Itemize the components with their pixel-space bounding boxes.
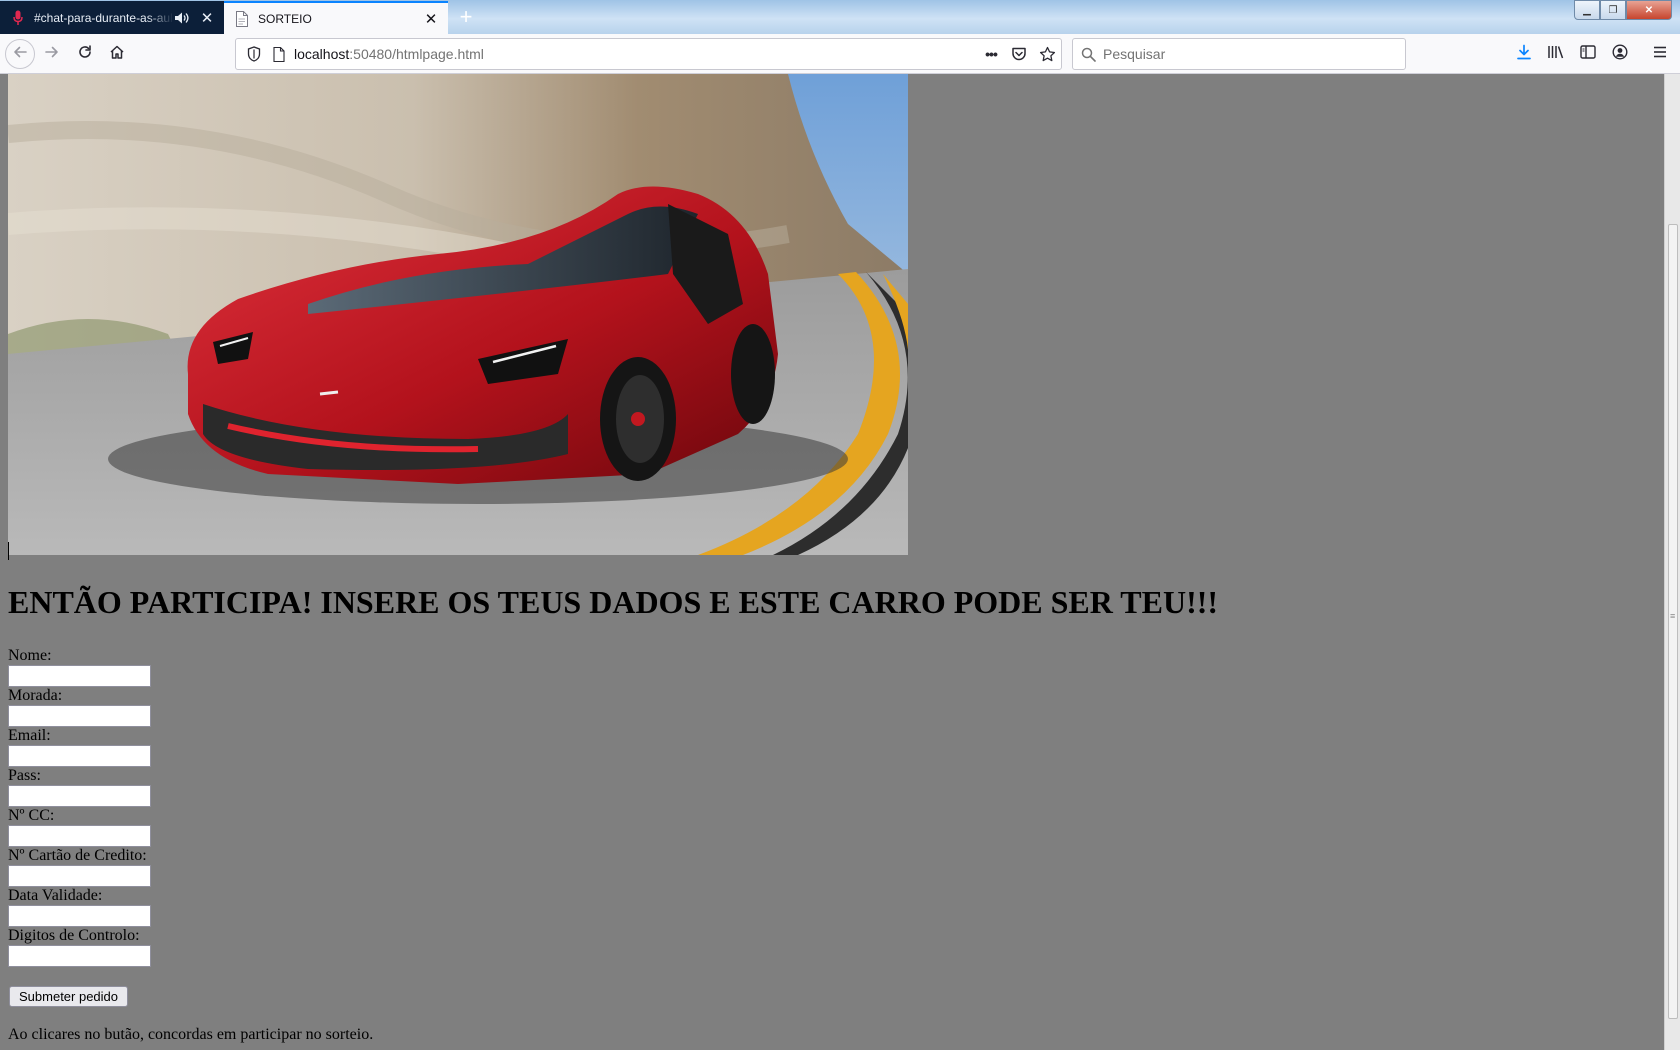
sidebar-icon bbox=[1580, 44, 1596, 64]
tab-title: #chat-para-durante-as-aula bbox=[34, 10, 174, 25]
account-icon bbox=[1612, 43, 1628, 65]
close-tab-icon[interactable]: ✕ bbox=[196, 7, 218, 29]
home-icon bbox=[109, 44, 125, 65]
field-label: Nome: bbox=[8, 647, 52, 664]
pocket-icon[interactable] bbox=[1005, 40, 1033, 68]
field-label: Pass: bbox=[8, 767, 41, 784]
field-label: Data Validade: bbox=[8, 887, 103, 904]
text-caret bbox=[8, 542, 9, 560]
field-label: Nº Cartão de Credito: bbox=[8, 847, 147, 864]
page-headline: ENTÃO PARTICIPA! INSERE OS TEUS DADOS E … bbox=[8, 584, 1219, 620]
new-tab-button[interactable]: + bbox=[452, 4, 480, 30]
search-icon bbox=[1073, 47, 1103, 62]
forward-button[interactable] bbox=[38, 40, 66, 68]
tracking-protection-shield-icon[interactable] bbox=[240, 46, 268, 62]
tab-sorteio[interactable]: SORTEIO ✕ bbox=[224, 1, 448, 34]
close-window-button[interactable]: ✕ bbox=[1626, 0, 1672, 20]
minimize-window-button[interactable]: ▁ bbox=[1574, 0, 1600, 20]
microphone-icon bbox=[10, 10, 26, 26]
raffle-form: Nome: Morada: Email: Pass: Nº CC: Nº Car… bbox=[8, 647, 1648, 1007]
form-field-morada: Morada: bbox=[8, 687, 1648, 727]
forward-arrow-icon bbox=[44, 44, 60, 65]
field-label: Email: bbox=[8, 727, 51, 744]
vertical-scrollbar[interactable]: ≡ bbox=[1664, 74, 1680, 1050]
open-menu-button[interactable] bbox=[1646, 40, 1674, 68]
control-digits-input[interactable] bbox=[8, 945, 151, 967]
library-icon bbox=[1547, 44, 1565, 65]
form-field-control-digits: Digitos de Controlo: bbox=[8, 927, 1648, 967]
restore-window-button[interactable]: ❐ bbox=[1600, 0, 1626, 20]
cc-number-input[interactable] bbox=[8, 825, 151, 847]
speaker-icon[interactable] bbox=[174, 10, 190, 26]
page-info-icon[interactable] bbox=[268, 46, 290, 62]
hamburger-menu-icon bbox=[1652, 45, 1668, 64]
url-path: :50480/htmlpage.html bbox=[349, 46, 484, 62]
reload-icon bbox=[77, 44, 93, 65]
field-label: Nº CC: bbox=[8, 807, 55, 824]
tab-chat[interactable]: #chat-para-durante-as-aula ✕ bbox=[0, 1, 224, 34]
submit-button[interactable]: Submeter pedido bbox=[9, 986, 129, 1007]
home-button[interactable] bbox=[103, 40, 131, 68]
page-content: ENTÃO PARTICIPA! INSERE OS TEUS DADOS E … bbox=[8, 74, 1648, 1044]
sidebar-button[interactable] bbox=[1574, 40, 1602, 68]
scrollbar-grip-icon: ≡ bbox=[1670, 611, 1676, 621]
back-arrow-icon bbox=[12, 44, 28, 65]
back-button[interactable] bbox=[5, 39, 35, 69]
url-text[interactable]: localhost:50480/htmlpage.html bbox=[290, 46, 977, 62]
address-bar[interactable]: localhost:50480/htmlpage.html ••• bbox=[235, 38, 1062, 70]
search-input[interactable] bbox=[1103, 46, 1405, 62]
scrollbar-thumb[interactable]: ≡ bbox=[1668, 224, 1678, 1019]
field-label: Morada: bbox=[8, 687, 63, 704]
library-button[interactable] bbox=[1542, 40, 1570, 68]
reload-button[interactable] bbox=[71, 40, 99, 68]
morada-input[interactable] bbox=[8, 705, 151, 727]
email-input[interactable] bbox=[8, 745, 151, 767]
url-host: localhost bbox=[294, 46, 350, 62]
form-field-cc: Nº CC: bbox=[8, 807, 1648, 847]
page-viewport: ENTÃO PARTICIPA! INSERE OS TEUS DADOS E … bbox=[0, 74, 1664, 1050]
navigation-toolbar: localhost:50480/htmlpage.html ••• bbox=[0, 34, 1680, 74]
form-field-email: Email: bbox=[8, 727, 1648, 767]
expiry-date-input[interactable] bbox=[8, 905, 151, 927]
downloads-button[interactable] bbox=[1510, 40, 1538, 68]
close-tab-icon[interactable]: ✕ bbox=[420, 8, 442, 30]
form-field-pass: Pass: bbox=[8, 767, 1648, 807]
nome-input[interactable] bbox=[8, 665, 151, 687]
tab-strip: #chat-para-durante-as-aula ✕ SORTEIO ✕ +… bbox=[0, 0, 1680, 34]
form-field-credit-card: Nº Cartão de Credito: bbox=[8, 847, 1648, 887]
disclaimer-text: Ao clicares no butão, concordas em parti… bbox=[8, 1026, 374, 1043]
tab-title: SORTEIO bbox=[258, 11, 312, 26]
page-actions-button[interactable]: ••• bbox=[977, 40, 1005, 68]
hero-car-image bbox=[8, 74, 908, 555]
form-field-nome: Nome: bbox=[8, 647, 1648, 687]
form-field-expiry: Data Validade: bbox=[8, 887, 1648, 927]
password-input[interactable] bbox=[8, 785, 151, 807]
field-label: Digitos de Controlo: bbox=[8, 927, 140, 944]
search-bar[interactable] bbox=[1072, 38, 1406, 70]
page-icon bbox=[234, 10, 250, 27]
bookmark-star-icon[interactable] bbox=[1033, 40, 1061, 68]
download-icon bbox=[1516, 44, 1532, 65]
credit-card-number-input[interactable] bbox=[8, 865, 151, 887]
account-button[interactable] bbox=[1606, 40, 1634, 68]
